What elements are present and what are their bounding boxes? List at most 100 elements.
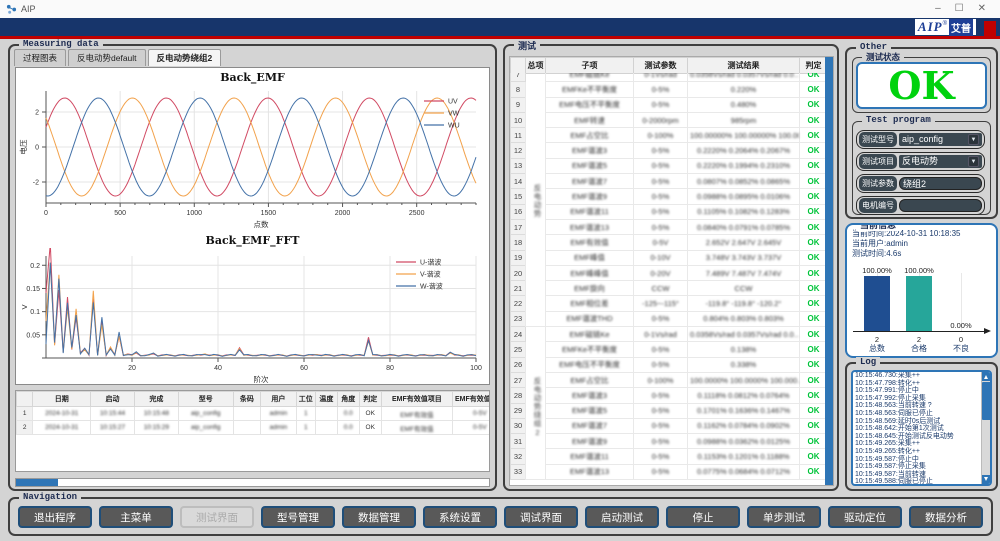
results-cell: 1 <box>296 421 315 435</box>
table-row[interactable]: 16EMF谐波110-5%0.1105% 0.1082% 0.1283%OK <box>511 204 828 219</box>
table-row[interactable]: 31EMF谐波90-5%0.0988% 0.0362% 0.0125%OK <box>511 434 828 449</box>
table-row[interactable]: 8EMFKe不平衡度0-5%0.220%OK <box>511 82 828 97</box>
minimize-button[interactable]: – <box>935 0 941 18</box>
table-row[interactable]: 33EMF谐波130-5%0.0775% 0.0684% 0.0712%OK <box>511 464 828 479</box>
chevron-down-icon[interactable]: ▼ <box>968 134 979 145</box>
brand-logo-cn: 艾普 <box>949 19 973 36</box>
nav-button-7[interactable]: 调试界面 <box>504 506 578 528</box>
table-row[interactable]: 10EMF转速0-2000rpm985rpmOK <box>511 112 828 127</box>
tab-1[interactable]: 过程图表 <box>14 49 66 66</box>
table-row[interactable]: 17EMF谐波130-5%0.0840% 0.0791% 0.0785%OK <box>511 219 828 234</box>
results-cell: aip_config <box>178 407 233 421</box>
svg-text:500: 500 <box>114 210 126 217</box>
table-row[interactable]: 18EMF有效值0-5V2.652V 2.647V 2.645VOK <box>511 235 828 250</box>
nav-button-6[interactable]: 系统设置 <box>423 506 497 528</box>
table-row[interactable]: 22EMF相位差-125~-115°-119.8° -119.8° -120.2… <box>511 296 828 311</box>
log-entry: 10:15:49.265:采集++ <box>853 440 980 448</box>
scroll-down-icon[interactable] <box>982 475 991 484</box>
verdict-badge: OK <box>800 112 828 127</box>
log-entry: 10:15:48.563:当前转速 ? <box>853 402 980 410</box>
table-row[interactable]: 19EMF峰值0-10V3.748V 3.743V 3.737VOK <box>511 250 828 265</box>
test-column-header: 判定 <box>800 58 828 74</box>
table-row[interactable]: 13EMF谐波50-5%0.2220% 0.1994% 0.2310%OK <box>511 158 828 173</box>
nav-button-10[interactable]: 单步测试 <box>747 506 821 528</box>
table-row[interactable]: 26EMF电压不平衡度0-5%0.338%OK <box>511 357 828 372</box>
nav-button-4[interactable]: 型号管理 <box>261 506 335 528</box>
tab-2[interactable]: 反电动势default <box>68 49 146 66</box>
results-cell: 0-5V <box>452 407 490 421</box>
table-row[interactable]: 15EMF谐波90-5%0.0988% 0.0895% 0.0106%OK <box>511 189 828 204</box>
nav-button-9[interactable]: 停止 <box>666 506 740 528</box>
nav-button-2[interactable]: 主菜单 <box>99 506 173 528</box>
svg-text:V: V <box>20 304 29 309</box>
table-row[interactable]: 29EMF谐波50-5%0.1701% 0.1636% 0.1467%OK <box>511 403 828 418</box>
row-number: 16 <box>511 204 526 219</box>
svg-text:UV: UV <box>448 99 458 106</box>
log-list[interactable]: 10:15:46.730:采集++10:15:47.798:转化++10:15:… <box>851 370 992 486</box>
log-scrollbar[interactable] <box>981 372 990 484</box>
brand-logo-text: AIP <box>918 19 943 35</box>
nav-button-11[interactable]: 驱动定位 <box>828 506 902 528</box>
row-number: 30 <box>511 418 526 433</box>
test-parameter: 0-10V <box>634 250 688 265</box>
program-select-1[interactable]: aip_config▼ <box>899 133 982 146</box>
table-row[interactable]: 7反电动势EMF磁链Ke0-1Vs/rad0.0358Vs/rad 0.0357… <box>511 73 828 82</box>
test-result: 0.220% <box>688 82 800 97</box>
test-program-title: Test program <box>862 115 935 125</box>
test-vertical-scrollbar[interactable] <box>825 57 833 485</box>
log-scrollbar-thumb[interactable] <box>982 382 991 420</box>
table-row[interactable]: 14EMF谐波70-5%0.0807% 0.0852% 0.0865%OK <box>511 174 828 189</box>
program-field-4[interactable] <box>899 199 982 212</box>
results-horizontal-scrollbar[interactable] <box>15 478 490 487</box>
test-parameter: 0-5% <box>634 174 688 189</box>
bar-percent-label: 100.00% <box>853 266 901 275</box>
verdict-badge: OK <box>800 388 828 403</box>
table-row[interactable]: 22024-10-3110:15:2710:15:29aip_configadm… <box>17 421 491 435</box>
scrollbar-thumb[interactable] <box>16 479 58 486</box>
program-select-2[interactable]: 反电动势▼ <box>899 155 982 168</box>
results-column-header: EMF有效值项目 <box>381 392 452 407</box>
results-cell: admin <box>261 407 297 421</box>
nav-button-5[interactable]: 数据管理 <box>342 506 416 528</box>
table-row[interactable]: 9EMF电压不平衡度0-5%0.480%OK <box>511 97 828 112</box>
results-cell: 2024-10-31 <box>33 407 91 421</box>
row-number: 8 <box>511 82 526 97</box>
table-row[interactable]: 11EMF占空比0-100%100.00000% 100.00000% 100.… <box>511 128 828 143</box>
test-group-label: 反电动势 <box>526 73 546 327</box>
program-field-3[interactable]: 绕组2 <box>899 177 982 190</box>
verdict-badge: OK <box>800 235 828 250</box>
table-row[interactable]: 24反电动势绕组2EMF磁链Ke0-1Vs/rad0.0358Vs/rad 0.… <box>511 327 828 342</box>
close-button[interactable]: ✕ <box>978 0 986 18</box>
navigation-panel: Navigation 退出程序主菜单测试界面型号管理数据管理系统设置调试界面启动… <box>8 497 993 536</box>
table-row[interactable]: 23EMF谐波THD0-5%0.804% 0.803% 0.803%OK <box>511 311 828 326</box>
table-row[interactable]: 27EMF占空比0-100%100.0000% 100.0000% 100.00… <box>511 372 828 387</box>
program-label-4[interactable]: 电机编号 <box>859 198 897 213</box>
test-parameter: 0-5% <box>634 204 688 219</box>
nav-button-8[interactable]: 启动测试 <box>585 506 659 528</box>
test-subitem: EMF谐波11 <box>546 204 634 219</box>
results-cell: 0.0 <box>337 421 359 435</box>
test-result: 0.0840% 0.0791% 0.0785% <box>688 219 800 234</box>
table-row[interactable]: 30EMF谐波70-5%0.1162% 0.0784% 0.0902%OK <box>511 418 828 433</box>
chevron-down-icon[interactable]: ▼ <box>968 156 979 167</box>
verdict-badge: OK <box>800 158 828 173</box>
program-label-1: 测试型号 <box>859 132 897 147</box>
table-row[interactable]: 20EMF峰峰值0-20V7.489V 7.487V 7.474VOK <box>511 265 828 280</box>
nav-button-12[interactable]: 数据分析 <box>909 506 983 528</box>
test-table-body[interactable]: 7反电动势EMF磁链Ke0-1Vs/rad0.0358Vs/rad 0.0357… <box>510 73 827 486</box>
bar-合格 <box>906 276 932 331</box>
maximize-button[interactable]: ☐ <box>955 0 964 18</box>
scroll-up-icon[interactable] <box>982 372 991 381</box>
svg-text:2500: 2500 <box>409 210 425 217</box>
table-row[interactable]: 25EMFKe不平衡度0-5%0.138%OK <box>511 342 828 357</box>
table-row[interactable]: 12EMF谐波30-5%0.2220% 0.2064% 0.2067%OK <box>511 143 828 158</box>
table-row[interactable]: 28EMF谐波30-5%0.1118% 0.0812% 0.0764%OK <box>511 388 828 403</box>
table-row[interactable]: 12024-10-3110:15:4410:15:48aip_configadm… <box>17 407 491 421</box>
svg-text:-2: -2 <box>33 180 39 187</box>
nav-button-1[interactable]: 退出程序 <box>18 506 92 528</box>
tab-3[interactable]: 反电动势绕组2 <box>148 49 222 66</box>
test-result: 0.0358Vs/rad 0.0357Vs/rad 0.0… <box>688 73 800 82</box>
table-row[interactable]: 32EMF谐波110-5%0.1153% 0.1201% 0.1188%OK <box>511 449 828 464</box>
table-row[interactable]: 21EMF旋向CCWCCWOK <box>511 281 828 296</box>
test-column-header: 测试结果 <box>688 58 800 74</box>
